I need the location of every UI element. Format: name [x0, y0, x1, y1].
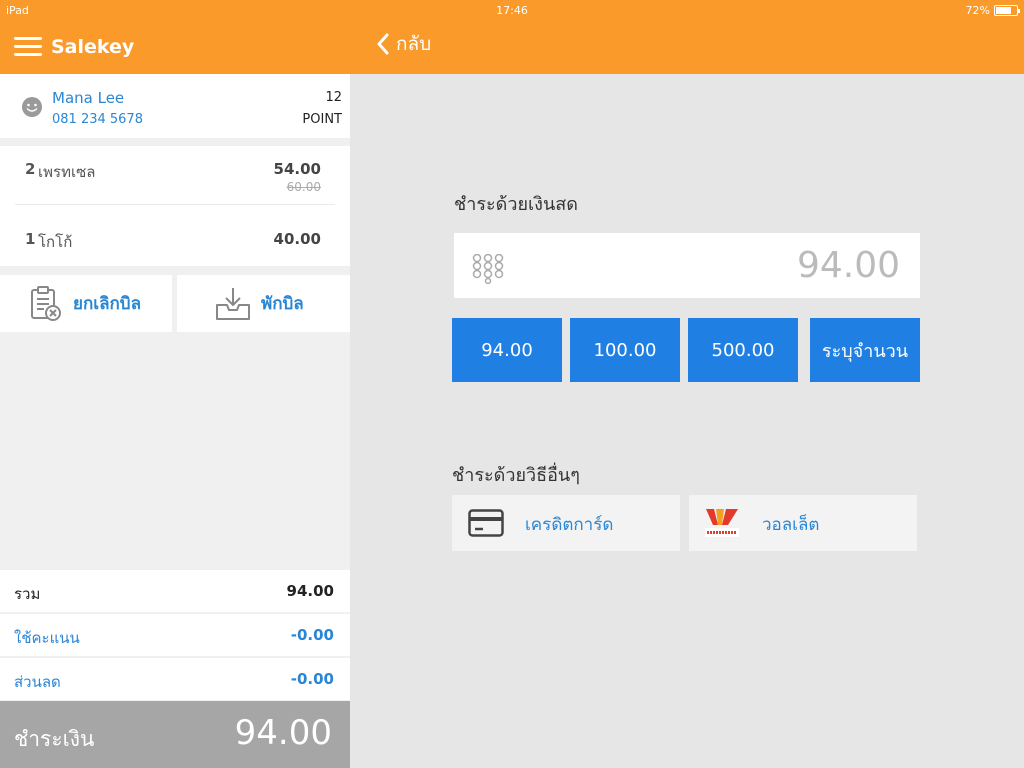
cart-item[interactable]: 1 โกโก้ 40.00: [15, 230, 335, 260]
use-points-value: -0.00: [290, 626, 334, 644]
battery-percent: 72%: [965, 4, 990, 17]
keypad-icon[interactable]: [472, 254, 504, 284]
back-label: กลับ: [396, 33, 432, 55]
customer-phone[interactable]: 081 234 5678: [52, 112, 143, 127]
truemoney-wallet-icon: [705, 509, 739, 537]
clipboard-cancel-icon: [31, 285, 61, 321]
total-value: 94.00: [286, 582, 334, 600]
bill-actions: ยกเลิกบิล พักบิล: [0, 275, 350, 332]
other-payment-heading: ชำระด้วยวิธีอื่นๆ: [452, 465, 580, 486]
pay-label: ชำระเงิน: [14, 727, 95, 751]
item-qty: 1: [25, 230, 36, 248]
item-price: 54.00: [273, 160, 321, 178]
cart-item[interactable]: 2 เพรทเซล 54.00 60.00: [15, 160, 335, 204]
smiley-icon: [22, 97, 42, 117]
quick-amount-button[interactable]: 94.00: [452, 318, 562, 382]
custom-amount-button[interactable]: ระบุจำนวน: [810, 318, 920, 382]
pay-amount: 94.00: [234, 713, 332, 753]
back-button[interactable]: กลับ: [376, 30, 431, 58]
divider: [15, 204, 335, 205]
pay-button[interactable]: ชำระเงิน 94.00: [0, 701, 350, 768]
cancel-bill-label: ยกเลิกบิล: [73, 294, 141, 314]
discount-value: -0.00: [290, 670, 334, 688]
credit-card-label: เครดิตการ์ด: [525, 515, 614, 535]
chevron-left-icon: [377, 33, 389, 55]
quick-amount-button[interactable]: 100.00: [570, 318, 680, 382]
use-points-label: ใช้คะแนน: [14, 629, 80, 647]
points-label: POINT: [302, 112, 342, 127]
cash-payment-heading: ชำระด้วยเงินสด: [454, 194, 578, 215]
discount-row[interactable]: ส่วนลด -0.00: [0, 658, 350, 700]
cart-sidebar: Mana Lee 081 234 5678 12 POINT 2 เพรทเซล…: [0, 74, 350, 768]
discount-label: ส่วนลด: [14, 673, 61, 691]
item-original-price: 60.00: [286, 180, 321, 194]
hold-bill-label: พักบิล: [261, 294, 304, 314]
item-name: โกโก้: [38, 233, 73, 251]
amount-placeholder: 94.00: [796, 245, 900, 286]
cancel-bill-button[interactable]: ยกเลิกบิล: [0, 275, 172, 332]
customer-name[interactable]: Mana Lee: [52, 89, 124, 107]
use-points-row[interactable]: ใช้คะแนน -0.00: [0, 614, 350, 656]
total-label: รวม: [14, 585, 41, 603]
cart-items: 2 เพรทเซล 54.00 60.00 1 โกโก้ 40.00: [0, 146, 350, 266]
app-title: Salekey: [51, 36, 135, 58]
quick-amount-button[interactable]: 500.00: [688, 318, 798, 382]
customer-points: 12: [325, 90, 342, 105]
inbox-download-icon: [216, 287, 250, 320]
customer-card[interactable]: Mana Lee 081 234 5678 12 POINT: [0, 74, 350, 138]
top-bar: iPad 17:46 72% Salekey กลับ: [0, 0, 1024, 74]
menu-button[interactable]: [14, 37, 42, 59]
credit-card-icon: [468, 509, 504, 537]
wallet-label: วอลเล็ต: [762, 515, 820, 535]
credit-card-button[interactable]: เครดิตการ์ด: [452, 495, 680, 551]
clock: 17:46: [496, 4, 528, 17]
total-row: รวม 94.00: [0, 570, 350, 612]
wallet-button[interactable]: วอลเล็ต: [689, 495, 917, 551]
hold-bill-button[interactable]: พักบิล: [177, 275, 350, 332]
item-price: 40.00: [273, 230, 321, 248]
hamburger-icon: [14, 37, 42, 40]
item-name: เพรทเซล: [38, 163, 96, 181]
cash-amount-input[interactable]: 94.00: [454, 233, 920, 298]
battery-icon: [994, 5, 1020, 16]
item-qty: 2: [25, 160, 36, 178]
